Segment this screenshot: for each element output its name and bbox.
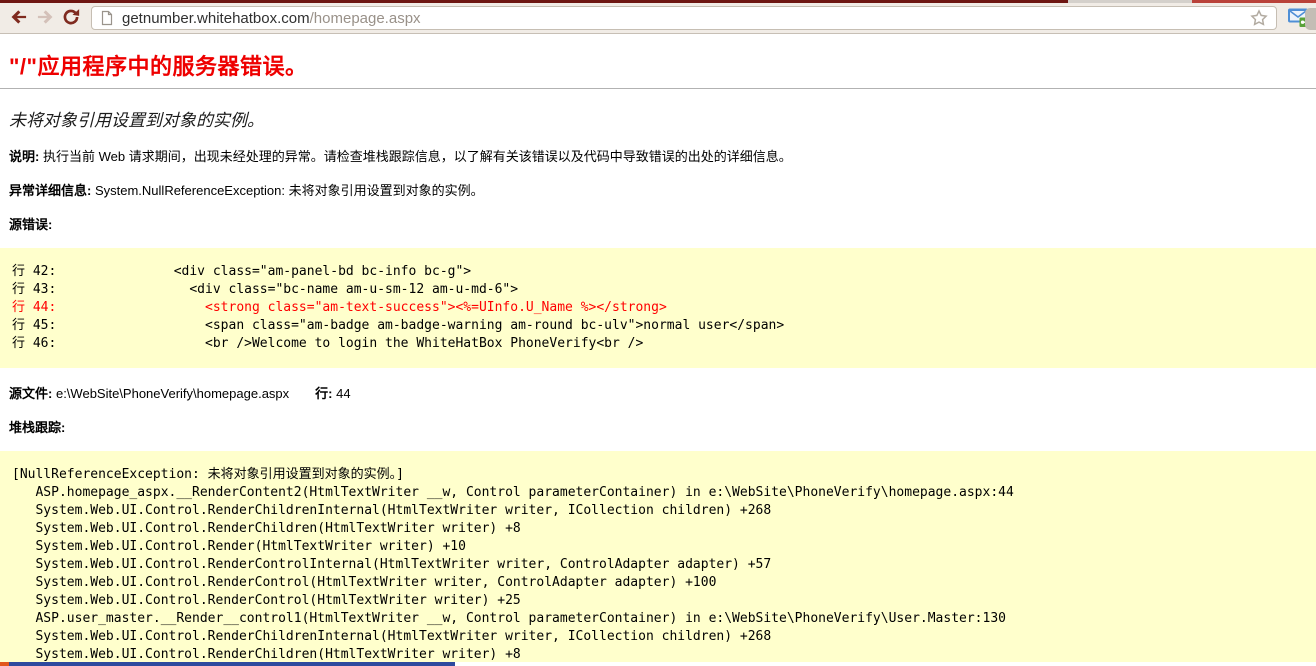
stack-trace-heading: 堆栈跟踪:: [9, 417, 1307, 436]
code-line-44-highlighted: 行 44: <strong class="am-text-success"><%…: [12, 299, 1304, 317]
description-label: 说明:: [9, 149, 39, 164]
source-file-line: 源文件: e:\WebSite\PhoneVerify\homepage.asp…: [9, 383, 1307, 402]
page-icon: [99, 10, 115, 26]
exception-message-subtitle: 未将对象引用设置到对象的实例。: [9, 106, 1316, 131]
forward-button[interactable]: [32, 5, 58, 31]
stack-line: System.Web.UI.Control.RenderControlInter…: [12, 556, 1304, 574]
code-line-42: 行 42: <div class="am-panel-bd bc-info bc…: [12, 263, 1304, 281]
source-error-heading: 源错误:: [9, 214, 1307, 233]
description-text: 执行当前 Web 请求期间，出现未经处理的异常。请检查堆栈跟踪信息，以了解有关该…: [43, 149, 792, 164]
reload-icon: [61, 7, 81, 30]
description-line: 说明: 执行当前 Web 请求期间，出现未经处理的异常。请检查堆栈跟踪信息，以了…: [9, 146, 1307, 165]
reload-button[interactable]: [58, 5, 84, 31]
back-button[interactable]: [6, 5, 32, 31]
url-path: /homepage.aspx: [310, 10, 421, 27]
line-number: 44: [336, 386, 350, 401]
url-bar[interactable]: getnumber.whitehatbox.com/homepage.aspx: [91, 6, 1277, 30]
bookmark-star-icon[interactable]: [1249, 8, 1269, 28]
stack-trace-block: [NullReferenceException: 未将对象引用设置到对象的实例。…: [0, 451, 1316, 666]
cut-off-toolbar-icon[interactable]: [1305, 8, 1316, 30]
code-line-45: 行 45: <span class="am-badge am-badge-war…: [12, 317, 1304, 335]
exception-detail-text: System.NullReferenceException: 未将对象引用设置到…: [95, 183, 484, 198]
url-text[interactable]: getnumber.whitehatbox.com/homepage.aspx: [122, 10, 1249, 27]
forward-icon: [35, 7, 55, 30]
stack-line: ASP.user_master.__Render__control1(HtmlT…: [12, 610, 1304, 628]
stack-line: System.Web.UI.Control.RenderControl(Html…: [12, 592, 1304, 610]
server-error-title: "/"应用程序中的服务器错误。: [9, 49, 1316, 81]
source-file-path: e:\WebSite\PhoneVerify\homepage.aspx: [56, 386, 289, 401]
divider: [0, 88, 1316, 89]
code-line-43: 行 43: <div class="bc-name am-u-sm-12 am-…: [12, 281, 1304, 299]
source-file-label: 源文件:: [9, 386, 52, 401]
aspnet-error-page: "/"应用程序中的服务器错误。 未将对象引用设置到对象的实例。 说明: 执行当前…: [0, 49, 1316, 666]
stack-line: System.Web.UI.Control.RenderChildrenInte…: [12, 502, 1304, 520]
taskbar-sliver: [0, 662, 1316, 666]
stack-line: System.Web.UI.Control.RenderControl(Html…: [12, 574, 1304, 592]
taskbar-blue-sliver: [9, 662, 455, 666]
source-code-block: 行 42: <div class="am-panel-bd bc-info bc…: [0, 248, 1316, 368]
stack-line: [NullReferenceException: 未将对象引用设置到对象的实例。…: [12, 466, 1304, 484]
browser-toolbar: getnumber.whitehatbox.com/homepage.aspx: [0, 3, 1316, 34]
code-line-46: 行 46: <br />Welcome to login the WhiteHa…: [12, 335, 1304, 353]
url-host: getnumber.whitehatbox.com: [122, 10, 310, 27]
stack-line: System.Web.UI.Control.Render(HtmlTextWri…: [12, 538, 1304, 556]
browser-chrome: getnumber.whitehatbox.com/homepage.aspx: [0, 0, 1316, 34]
taskbar-start-sliver: [0, 662, 9, 666]
exception-detail-line: 异常详细信息: System.NullReferenceException: 未…: [9, 180, 1307, 199]
line-label: 行:: [315, 386, 332, 401]
back-icon: [9, 7, 29, 30]
stack-line: ASP.homepage_aspx.__RenderContent2(HtmlT…: [12, 484, 1304, 502]
stack-line: System.Web.UI.Control.RenderChildren(Htm…: [12, 520, 1304, 538]
stack-line: System.Web.UI.Control.RenderChildrenInte…: [12, 628, 1304, 646]
exception-detail-label: 异常详细信息:: [9, 183, 91, 198]
